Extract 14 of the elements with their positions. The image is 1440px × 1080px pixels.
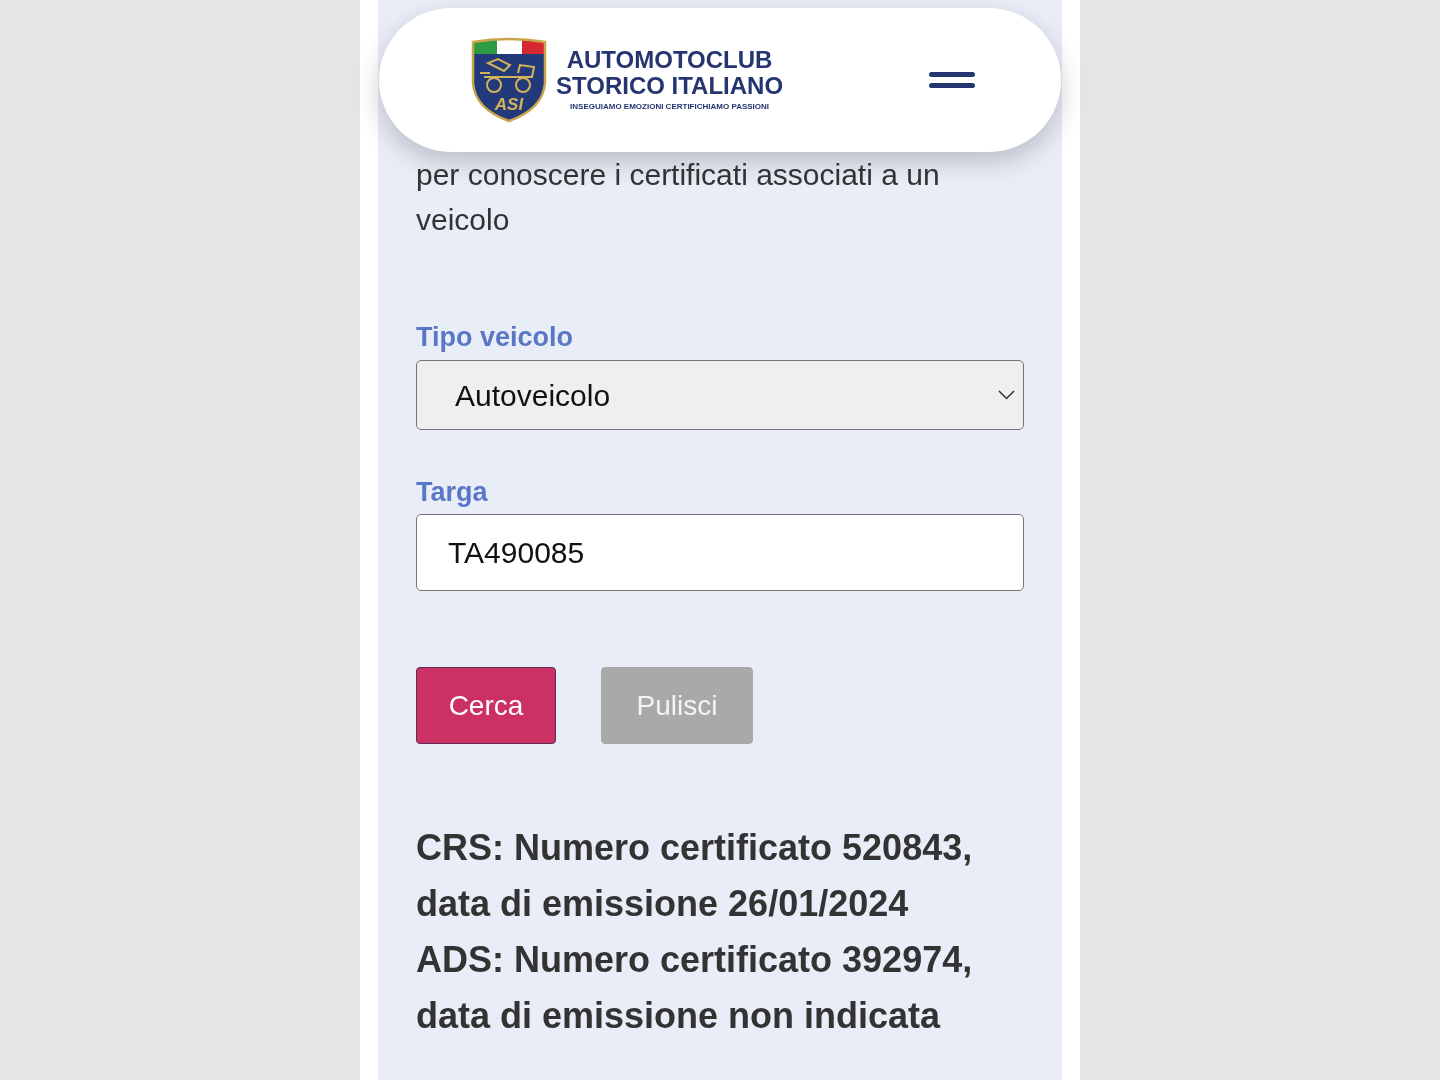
menu-icon[interactable] bbox=[929, 72, 975, 88]
search-button[interactable]: Cerca bbox=[416, 667, 556, 744]
vehicle-type-select[interactable]: Autoveicolo bbox=[416, 360, 1024, 430]
result-text: CRS: Numero certificato 520843, data di emissione 26/01/2024 bbox=[416, 826, 974, 926]
chevron-down-icon bbox=[998, 390, 1015, 400]
field-label: Targa bbox=[416, 476, 489, 508]
field-label: Tipo veicolo bbox=[416, 321, 575, 353]
plate-input[interactable]: TA490085 bbox=[416, 514, 1024, 591]
shield-logo: ASI bbox=[470, 37, 548, 123]
result-text: ADS: Numero certificato 392974, data di emissione non indicata bbox=[416, 938, 974, 1038]
intro-text: per conoscere i certificati associati a un veicolo bbox=[416, 157, 941, 238]
logo-tagline: INSEGUIAMO EMOZIONI CERTIFICHIAMO PASSIONI bbox=[569, 101, 771, 113]
logo-title: STORICO ITALIANO bbox=[556, 73, 784, 99]
logo-title: AUTOMOTOCLUB bbox=[565, 47, 774, 73]
